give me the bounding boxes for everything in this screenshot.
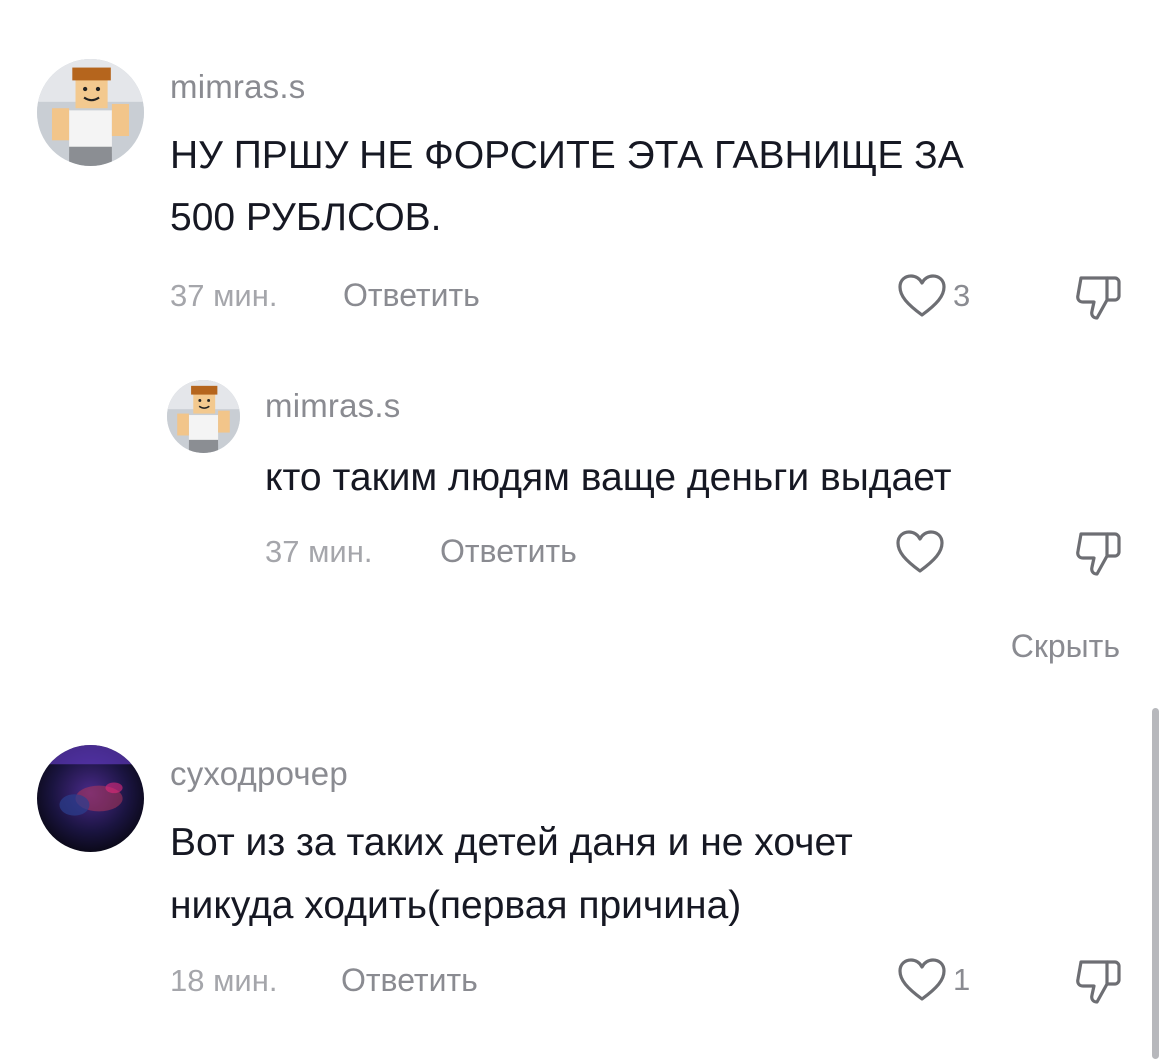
like-button[interactable] — [895, 529, 951, 575]
dislike-button[interactable] — [1073, 528, 1123, 583]
roblox-avatar-icon — [37, 59, 144, 166]
dislike-button[interactable] — [1073, 272, 1123, 327]
like-button[interactable]: 3 — [897, 273, 970, 319]
timestamp: 37 мин. — [265, 534, 373, 569]
heart-outline-icon — [896, 530, 944, 573]
scrollbar[interactable] — [1152, 708, 1159, 1059]
timestamp: 37 мин. — [170, 278, 278, 313]
comment-text-line-1: кто таким людям ваще деньги выдает — [265, 456, 952, 499]
heart-outline-icon — [898, 274, 946, 317]
comment-text-line-2: никуда ходить(первая причина) — [170, 884, 742, 927]
comment-text-line-2: 500 РУБЛСОВ. — [170, 196, 442, 239]
username[interactable]: суходрочер — [170, 755, 348, 793]
avatar[interactable] — [37, 59, 144, 166]
dislike-button[interactable] — [1073, 956, 1123, 1011]
avatar[interactable] — [37, 745, 144, 852]
reply-button[interactable]: Ответить — [341, 962, 478, 999]
dark-photo-avatar-icon — [37, 745, 144, 852]
thumbs-down-icon — [1076, 960, 1121, 1004]
heart-outline-icon — [898, 958, 946, 1001]
comment-text-line-1: НУ ПРШУ НЕ ФОРСИТЕ ЭТА ГАВНИЩЕ ЗА — [170, 134, 964, 177]
username[interactable]: mimras.s — [265, 387, 400, 425]
reply-button[interactable]: Ответить — [343, 277, 480, 314]
like-count: 1 — [953, 962, 971, 997]
thumbs-down-icon — [1076, 276, 1121, 320]
avatar[interactable] — [167, 380, 240, 453]
hide-replies-button[interactable]: Скрыть — [1011, 628, 1120, 665]
comment-text-line-1: Вот из за таких детей даня и не хочет — [170, 821, 853, 864]
reply-button[interactable]: Ответить — [440, 533, 577, 570]
timestamp: 18 мин. — [170, 963, 278, 998]
username[interactable]: mimras.s — [170, 68, 305, 106]
like-count: 3 — [953, 278, 971, 313]
like-button[interactable]: 1 — [897, 957, 970, 1003]
roblox-avatar-icon — [167, 380, 240, 453]
thumbs-down-icon — [1076, 532, 1121, 576]
